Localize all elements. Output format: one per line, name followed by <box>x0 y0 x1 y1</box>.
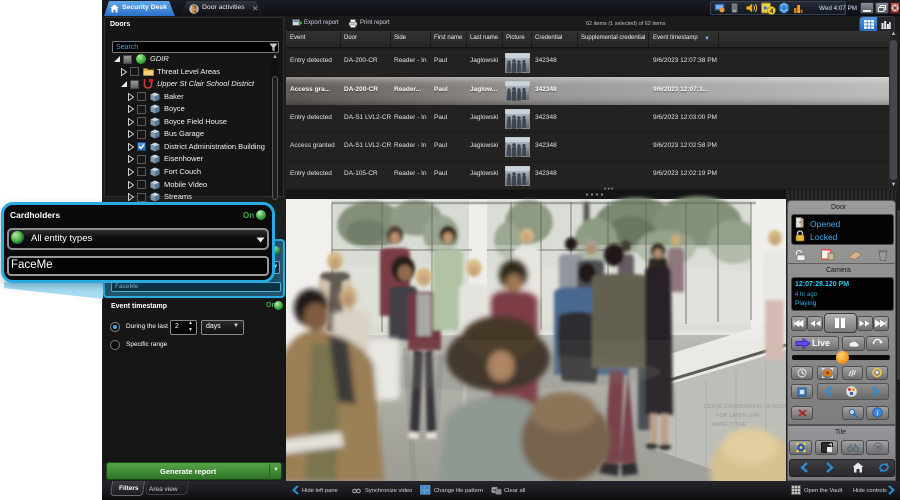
svg-text:4: 4 <box>770 8 774 15</box>
svg-text:i: i <box>876 408 878 417</box>
